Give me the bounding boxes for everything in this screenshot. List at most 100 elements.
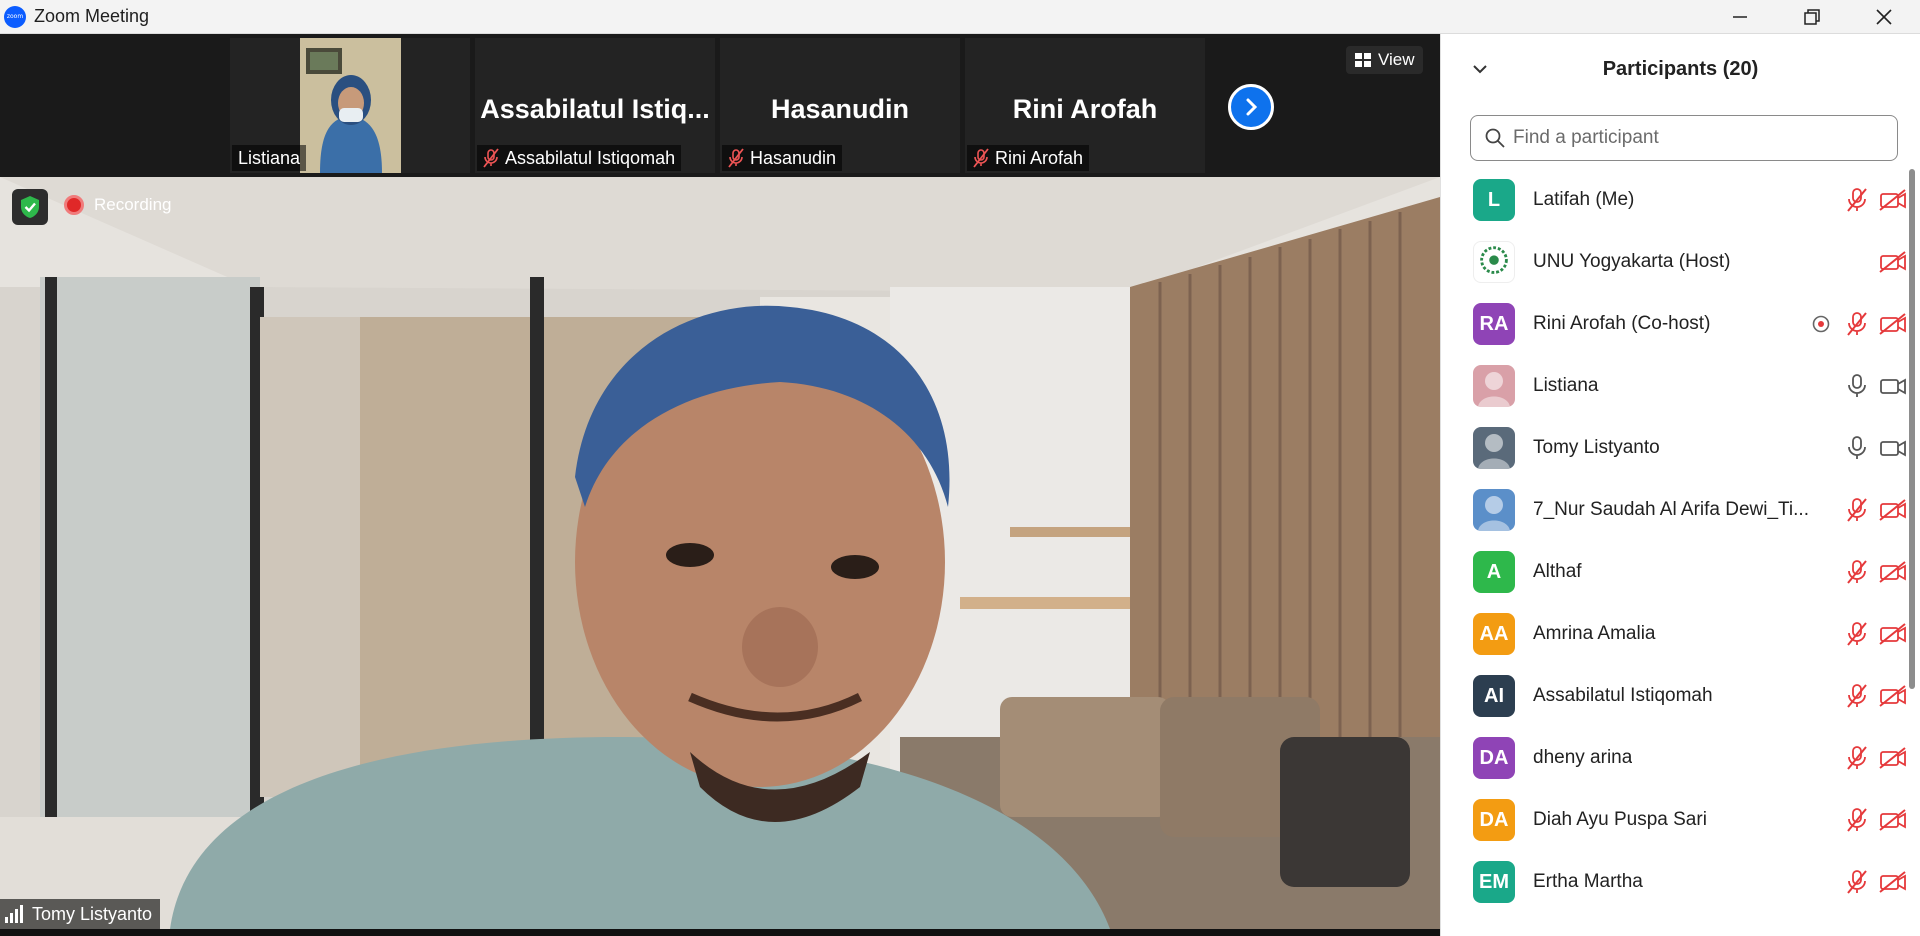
video-off-icon[interactable]	[1879, 682, 1907, 710]
video-tile[interactable]: Rini Arofah Rini Arofah	[965, 38, 1205, 173]
recording-label: Recording	[94, 195, 172, 214]
muted-mic-icon[interactable]	[1843, 186, 1871, 214]
participant-row[interactable]: A Althaf	[1441, 541, 1907, 603]
scrollbar-thumb[interactable]	[1909, 169, 1915, 689]
participant-search[interactable]	[1470, 115, 1898, 161]
search-input[interactable]	[1513, 127, 1873, 149]
gallery-strip: Listiana Assabilatul Istiq... Assabilatu…	[0, 34, 1440, 177]
close-button[interactable]	[1848, 0, 1920, 34]
recording-dot-icon	[64, 195, 84, 215]
participant-status-icons	[1843, 372, 1907, 400]
muted-mic-icon[interactable]	[1843, 682, 1871, 710]
video-off-icon[interactable]	[1879, 744, 1907, 772]
video-off-icon[interactable]	[1879, 558, 1907, 586]
participant-status-icons	[1843, 434, 1907, 462]
participant-row[interactable]: L Latifah (Me)	[1441, 169, 1907, 231]
avatar: DA	[1473, 799, 1515, 841]
avatar: EM	[1473, 861, 1515, 903]
view-label: View	[1378, 50, 1415, 69]
next-page-button[interactable]	[1228, 84, 1274, 130]
minimize-button[interactable]	[1704, 0, 1776, 34]
bottom-toolbar-edge	[0, 929, 1440, 936]
video-off-icon[interactable]	[1879, 248, 1907, 276]
video-off-icon[interactable]	[1879, 868, 1907, 896]
avatar: L	[1473, 179, 1515, 221]
participant-status-icons	[1807, 310, 1907, 338]
participant-row[interactable]: 7_Nur Saudah Al Arifa Dewi_Ti...	[1441, 479, 1907, 541]
speaker-name: Tomy Listyanto	[32, 903, 153, 924]
active-speaker-video[interactable]: Recording Tomy Listyanto	[0, 177, 1440, 929]
participant-name: dheny arina	[1533, 747, 1633, 768]
participant-status-icons	[1843, 558, 1907, 586]
collapse-panel-button[interactable]	[1469, 58, 1491, 80]
minimize-icon	[1733, 16, 1747, 18]
participant-row[interactable]: DA Diah Ayu Puspa Sari	[1441, 789, 1907, 851]
video-icon[interactable]	[1879, 434, 1907, 462]
participant-row[interactable]: Tomy Listyanto	[1441, 417, 1907, 479]
video-tile[interactable]: Hasanudin Hasanudin	[720, 38, 960, 173]
video-tile[interactable]: Listiana	[230, 38, 470, 173]
muted-mic-icon[interactable]	[1843, 620, 1871, 648]
muted-mic-icon[interactable]	[1843, 558, 1871, 586]
tile-name: Assabilatul Istiqomah	[505, 147, 676, 168]
participant-name: Latifah (Me)	[1533, 189, 1635, 210]
avatar: DA	[1473, 737, 1515, 779]
panel-header: Participants (20)	[1441, 34, 1920, 104]
recording-indicator[interactable]: Recording	[64, 195, 172, 215]
video-off-icon[interactable]	[1879, 806, 1907, 834]
tile-name: Hasanudin	[750, 147, 837, 168]
participant-status-icons	[1843, 682, 1907, 710]
participant-row[interactable]: RA Rini Arofah (Co-host)	[1441, 293, 1907, 355]
participant-row[interactable]: DA dheny arina	[1441, 727, 1907, 789]
tile-big-name: Rini Arofah	[1012, 94, 1158, 124]
chevron-down-icon	[1473, 65, 1487, 74]
participant-row[interactable]: AI Assabilatul Istiqomah	[1441, 665, 1907, 727]
restore-button[interactable]	[1776, 0, 1848, 34]
participant-row[interactable]: Listiana	[1441, 355, 1907, 417]
participant-name: Althaf	[1533, 561, 1582, 582]
participants-panel: Participants (20) L Latifah (Me) UNU Yogya…	[1440, 34, 1920, 936]
mic-icon[interactable]	[1843, 372, 1871, 400]
muted-mic-icon[interactable]	[1843, 744, 1871, 772]
participant-camera-feed	[300, 38, 401, 173]
chevron-right-icon	[1246, 98, 1258, 116]
participant-name-tag: Rini Arofah	[967, 145, 1090, 171]
muted-mic-icon[interactable]	[1843, 868, 1871, 896]
participant-name: Rini Arofah (Co-host)	[1533, 313, 1711, 334]
muted-mic-icon[interactable]	[1843, 496, 1871, 524]
video-tile[interactable]: Assabilatul Istiq... Assabilatul Istiqom…	[475, 38, 715, 173]
window-title: Zoom Meeting	[34, 6, 150, 26]
avatar	[1473, 489, 1515, 531]
muted-mic-icon[interactable]	[1843, 806, 1871, 834]
participant-name-tag: Hasanudin	[722, 145, 843, 171]
restore-icon	[1804, 9, 1820, 25]
participant-row[interactable]: AA Amrina Amalia	[1441, 603, 1907, 665]
panel-title: Participants (20)	[1602, 57, 1759, 80]
participant-list[interactable]: L Latifah (Me) UNU Yogyakarta (Host) RA Rini…	[1441, 169, 1907, 936]
view-button[interactable]: View	[1346, 46, 1423, 74]
participant-row[interactable]: EM Ertha Martha	[1441, 851, 1907, 913]
video-off-icon[interactable]	[1879, 620, 1907, 648]
participant-row[interactable]: UNU Yogyakarta (Host)	[1441, 231, 1907, 293]
avatar	[1473, 427, 1515, 469]
participant-status-icons	[1843, 806, 1907, 834]
avatar: AI	[1473, 675, 1515, 717]
encryption-shield-icon[interactable]	[12, 189, 48, 225]
video-off-icon[interactable]	[1879, 310, 1907, 338]
tile-name: Listiana	[238, 147, 301, 168]
participant-status-icons	[1879, 248, 1907, 276]
participant-list-scrollbar[interactable]	[1909, 169, 1915, 936]
muted-mic-icon[interactable]	[1843, 310, 1871, 338]
video-icon[interactable]	[1879, 372, 1907, 400]
recording-permission-icon	[1807, 310, 1835, 338]
participant-status-icons	[1843, 186, 1907, 214]
video-off-icon[interactable]	[1879, 496, 1907, 524]
participant-name: Amrina Amalia	[1533, 623, 1656, 644]
mic-icon[interactable]	[1843, 434, 1871, 462]
participant-name: UNU Yogyakarta (Host)	[1533, 251, 1731, 272]
participant-status-icons	[1843, 620, 1907, 648]
video-off-icon[interactable]	[1879, 186, 1907, 214]
participant-name: Diah Ayu Puspa Sari	[1533, 809, 1707, 830]
muted-mic-icon	[728, 148, 744, 168]
close-icon	[1876, 9, 1892, 25]
